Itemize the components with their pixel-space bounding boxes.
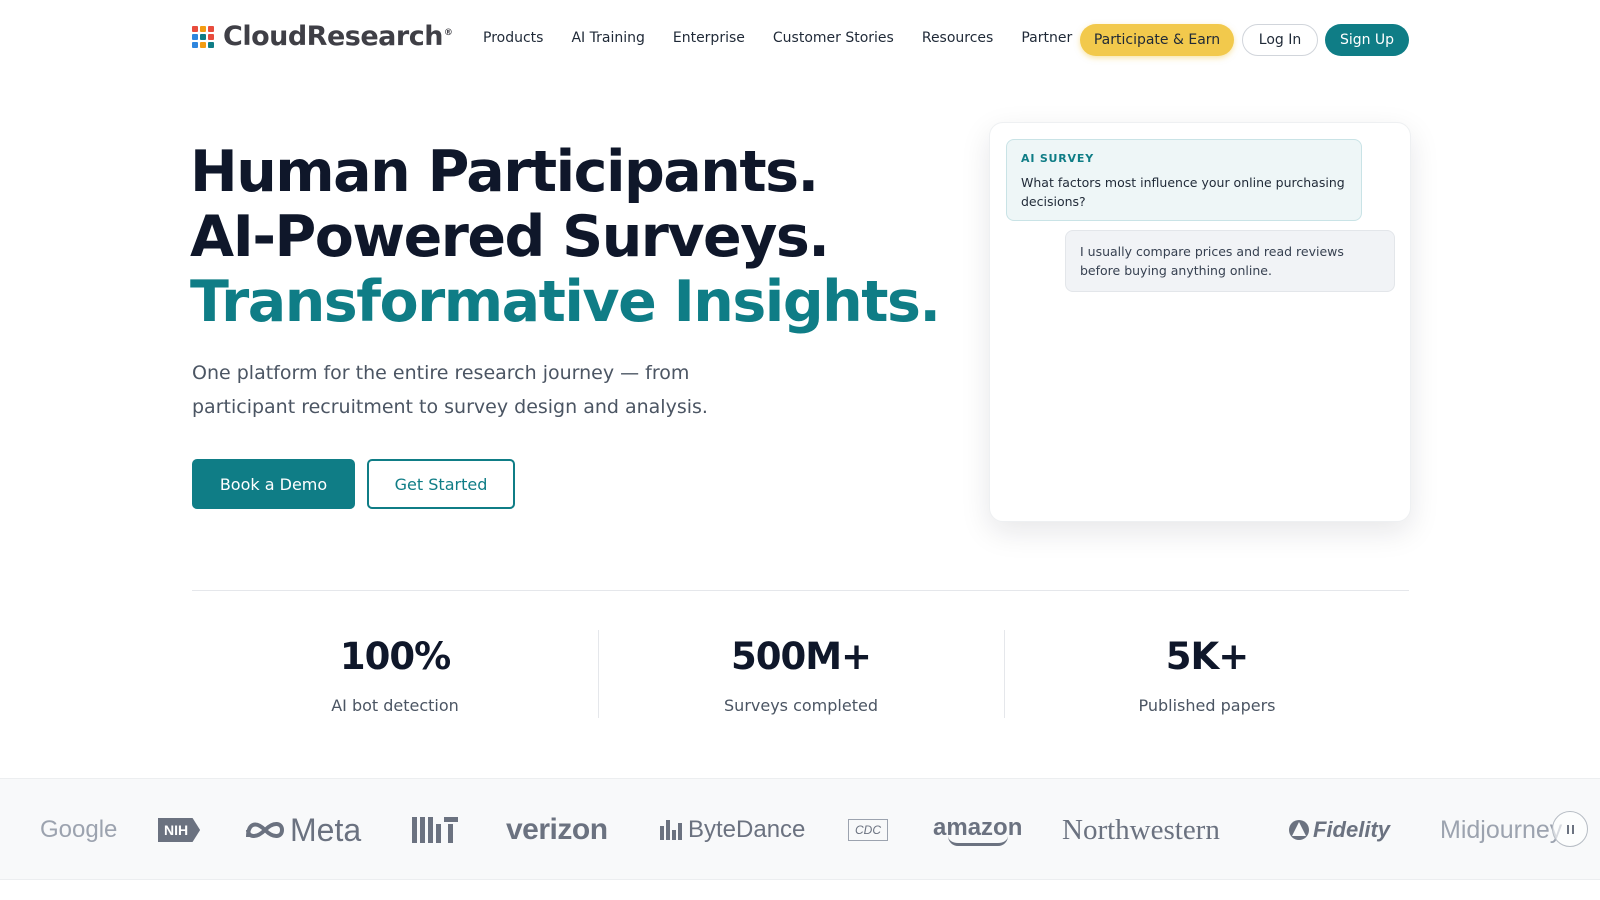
hero-line-1: Human Participants. bbox=[190, 139, 819, 205]
hero-line-2: AI-Powered Surveys. bbox=[190, 204, 830, 270]
participant-answer-bubble: I usually compare prices and read review… bbox=[1065, 230, 1395, 292]
northwestern-logo: Northwestern bbox=[1062, 813, 1220, 846]
midjourney-logo: Midjourney bbox=[1440, 815, 1563, 844]
pause-icon bbox=[1571, 824, 1574, 834]
nav-link-ai-training[interactable]: AI Training bbox=[571, 30, 644, 46]
book-demo-button[interactable]: Book a Demo bbox=[192, 459, 355, 509]
stat-label: Surveys completed bbox=[724, 696, 878, 715]
google-logo: Google bbox=[40, 816, 118, 843]
stat-label: AI bot detection bbox=[331, 696, 459, 715]
logo-grid-cell bbox=[200, 33, 206, 40]
ai-survey-chat-card: AI SURVEY What factors most influence yo… bbox=[989, 122, 1411, 522]
stat-value: 500M+ bbox=[730, 635, 872, 678]
section-divider bbox=[192, 590, 1409, 591]
survey-question-text: What factors most influence your online … bbox=[1021, 175, 1345, 209]
carousel-pause-button[interactable] bbox=[1552, 811, 1588, 847]
nav-link-enterprise[interactable]: Enterprise bbox=[673, 30, 745, 46]
survey-question-bubble: AI SURVEY What factors most influence yo… bbox=[1006, 139, 1362, 221]
nav-link-resources[interactable]: Resources bbox=[922, 30, 994, 46]
logo-grid-cell bbox=[208, 33, 214, 40]
amazon-smile-icon bbox=[947, 836, 1008, 846]
participate-earn-button[interactable]: Participate & Earn bbox=[1080, 24, 1234, 56]
mit-logo bbox=[412, 779, 458, 879]
bytedance-logo: ByteDance bbox=[660, 779, 805, 879]
get-started-button[interactable]: Get Started bbox=[367, 459, 515, 509]
fidelity-pyramid-icon bbox=[1289, 820, 1309, 840]
hero-title: Human Participants. AI-Powered Surveys. … bbox=[190, 139, 941, 335]
nav-link-customer-stories[interactable]: Customer Stories bbox=[773, 30, 894, 46]
logo-grid-cell bbox=[208, 25, 214, 32]
amazon-logo: amazon bbox=[933, 779, 1022, 879]
stat-published-papers: 5K+ Published papers bbox=[1004, 632, 1410, 715]
nav-links: Products AI Training Enterprise Customer… bbox=[483, 30, 1100, 46]
nav-link-products[interactable]: Products bbox=[483, 30, 543, 46]
login-button[interactable]: Log In bbox=[1242, 24, 1318, 56]
cloudresearch-logo[interactable]: CloudResearch® bbox=[192, 21, 453, 52]
ai-survey-tag: AI SURVEY bbox=[1021, 152, 1094, 165]
logo-text: CloudResearch® bbox=[223, 21, 453, 52]
bytedance-bars-icon bbox=[660, 820, 682, 840]
logo-grid-cell bbox=[192, 25, 198, 32]
client-logo-carousel: Google NIH Meta verizon ByteDance CDC am… bbox=[0, 778, 1600, 880]
stat-bot-detection: 100% AI bot detection bbox=[192, 632, 598, 715]
logo-grid-cell bbox=[192, 33, 198, 40]
stat-label: Published papers bbox=[1138, 696, 1276, 715]
verizon-logo: verizon bbox=[506, 813, 608, 846]
mit-bars-icon bbox=[412, 817, 458, 843]
hero-subtitle: One platform for the entire research jou… bbox=[192, 362, 708, 418]
fidelity-logo: Fidelity bbox=[1288, 779, 1390, 879]
logo-grid-cell bbox=[192, 41, 198, 48]
top-nav: CloudResearch® Products AI Training Ente… bbox=[0, 0, 1600, 80]
logo-grid-cell bbox=[208, 41, 214, 48]
registered-mark: ® bbox=[443, 28, 453, 38]
meta-infinity-icon bbox=[246, 822, 285, 838]
logo-grid-cell bbox=[200, 25, 206, 32]
signup-button[interactable]: Sign Up bbox=[1325, 24, 1409, 56]
logo-grid-cell bbox=[200, 41, 206, 48]
cdc-logo: CDC bbox=[848, 779, 888, 879]
logo-grid-icon bbox=[192, 25, 214, 48]
pause-icon bbox=[1566, 824, 1569, 834]
stat-surveys-completed: 500M+ Surveys completed bbox=[598, 632, 1004, 715]
nih-logo: NIH bbox=[158, 779, 201, 879]
stat-value: 5K+ bbox=[1165, 635, 1249, 678]
nav-link-partner[interactable]: Partner bbox=[1021, 30, 1072, 46]
stat-value: 100% bbox=[339, 635, 451, 678]
meta-logo: Meta bbox=[244, 779, 361, 879]
hero-line-3: Transformative Insights. bbox=[190, 269, 941, 335]
